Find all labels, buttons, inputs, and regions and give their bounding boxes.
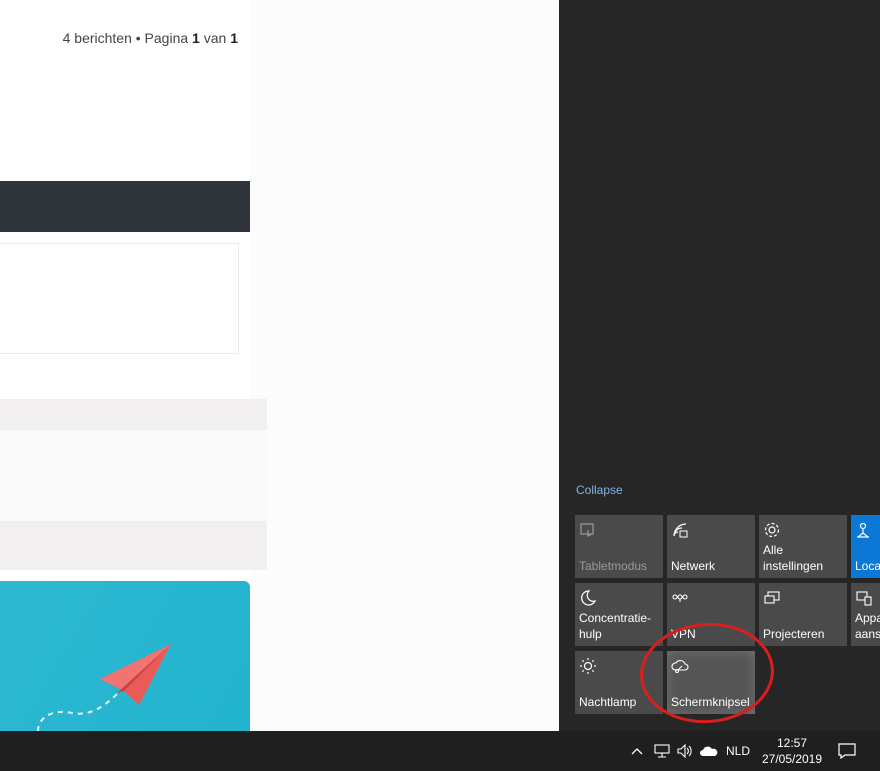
gear-icon [763, 521, 781, 539]
tile-connect-devices[interactable]: Appa aansl [851, 583, 880, 646]
section-header-bar [0, 181, 250, 232]
notifications-icon[interactable] [832, 731, 862, 771]
location-icon [855, 521, 873, 539]
tile-label: Schermknipsel [671, 695, 750, 709]
input-language[interactable]: NLD [719, 731, 757, 771]
network-icon[interactable] [651, 731, 673, 771]
web-page: 4 berichten • Pagina 1 van 1 [0, 0, 560, 731]
volume-icon[interactable] [675, 731, 695, 771]
clock-time: 12:57 [776, 736, 808, 750]
tile-night-light[interactable]: Nachtlamp [575, 651, 663, 714]
tile-all-settings[interactable]: Alle instellingen [759, 515, 847, 578]
system-clock[interactable]: 12:57 27/05/2019 [758, 735, 826, 767]
total-pages[interactable]: 1 [230, 30, 238, 46]
chevron-up-icon[interactable] [628, 731, 646, 771]
tile-label: Netwerk [671, 559, 716, 573]
tile-label: Tabletmodus [579, 559, 648, 573]
pagination-info: 4 berichten • Pagina 1 van 1 [63, 30, 238, 46]
tile-label: VPN [671, 627, 696, 641]
tablet-mode-icon [579, 521, 597, 539]
tile-label: Concentratie- hulp [579, 611, 652, 641]
section-divider [0, 399, 267, 430]
sun-icon [579, 657, 597, 675]
moon-icon [579, 589, 597, 607]
of-text: van [199, 30, 231, 46]
tile-label: Appa aansl [855, 611, 880, 641]
vpn-icon [671, 589, 689, 607]
tile-project[interactable]: Projecteren [759, 583, 847, 646]
tile-focus-assist[interactable]: Concentratie- hulp [575, 583, 663, 646]
devices-icon [855, 589, 873, 607]
paper-plane-illustration [37, 644, 171, 731]
tile-network[interactable]: Netwerk [667, 515, 755, 578]
tile-vpn[interactable]: VPN [667, 583, 755, 646]
collapse-link[interactable]: Collapse [576, 483, 623, 497]
action-center-panel: Collapse Tabletmodus Netwerk Alle instel… [559, 0, 880, 731]
content-spacer [0, 367, 250, 397]
project-icon [763, 589, 781, 607]
section-divider [0, 521, 267, 570]
content-block [0, 430, 267, 521]
clock-date: 27/05/2019 [761, 752, 823, 766]
promo-banner[interactable] [0, 581, 250, 731]
tile-tablet-mode[interactable]: Tabletmodus [575, 515, 663, 578]
network-icon [671, 521, 689, 539]
taskbar: NLD 12:57 27/05/2019 [0, 731, 880, 771]
tile-screen-snip[interactable]: Schermknipsel [667, 651, 755, 714]
onedrive-icon[interactable] [699, 731, 719, 771]
current-page[interactable]: 1 [192, 30, 200, 46]
tile-location[interactable]: Loca [851, 515, 880, 578]
snip-icon [671, 657, 689, 675]
tile-label: Projecteren [763, 627, 825, 641]
post-count-text: 4 berichten • Pagina [62, 30, 193, 46]
tile-label: Nachtlamp [579, 695, 637, 709]
tile-label: Alle instellingen [763, 543, 824, 573]
tile-label: Loca [855, 559, 880, 573]
content-card [0, 243, 239, 354]
